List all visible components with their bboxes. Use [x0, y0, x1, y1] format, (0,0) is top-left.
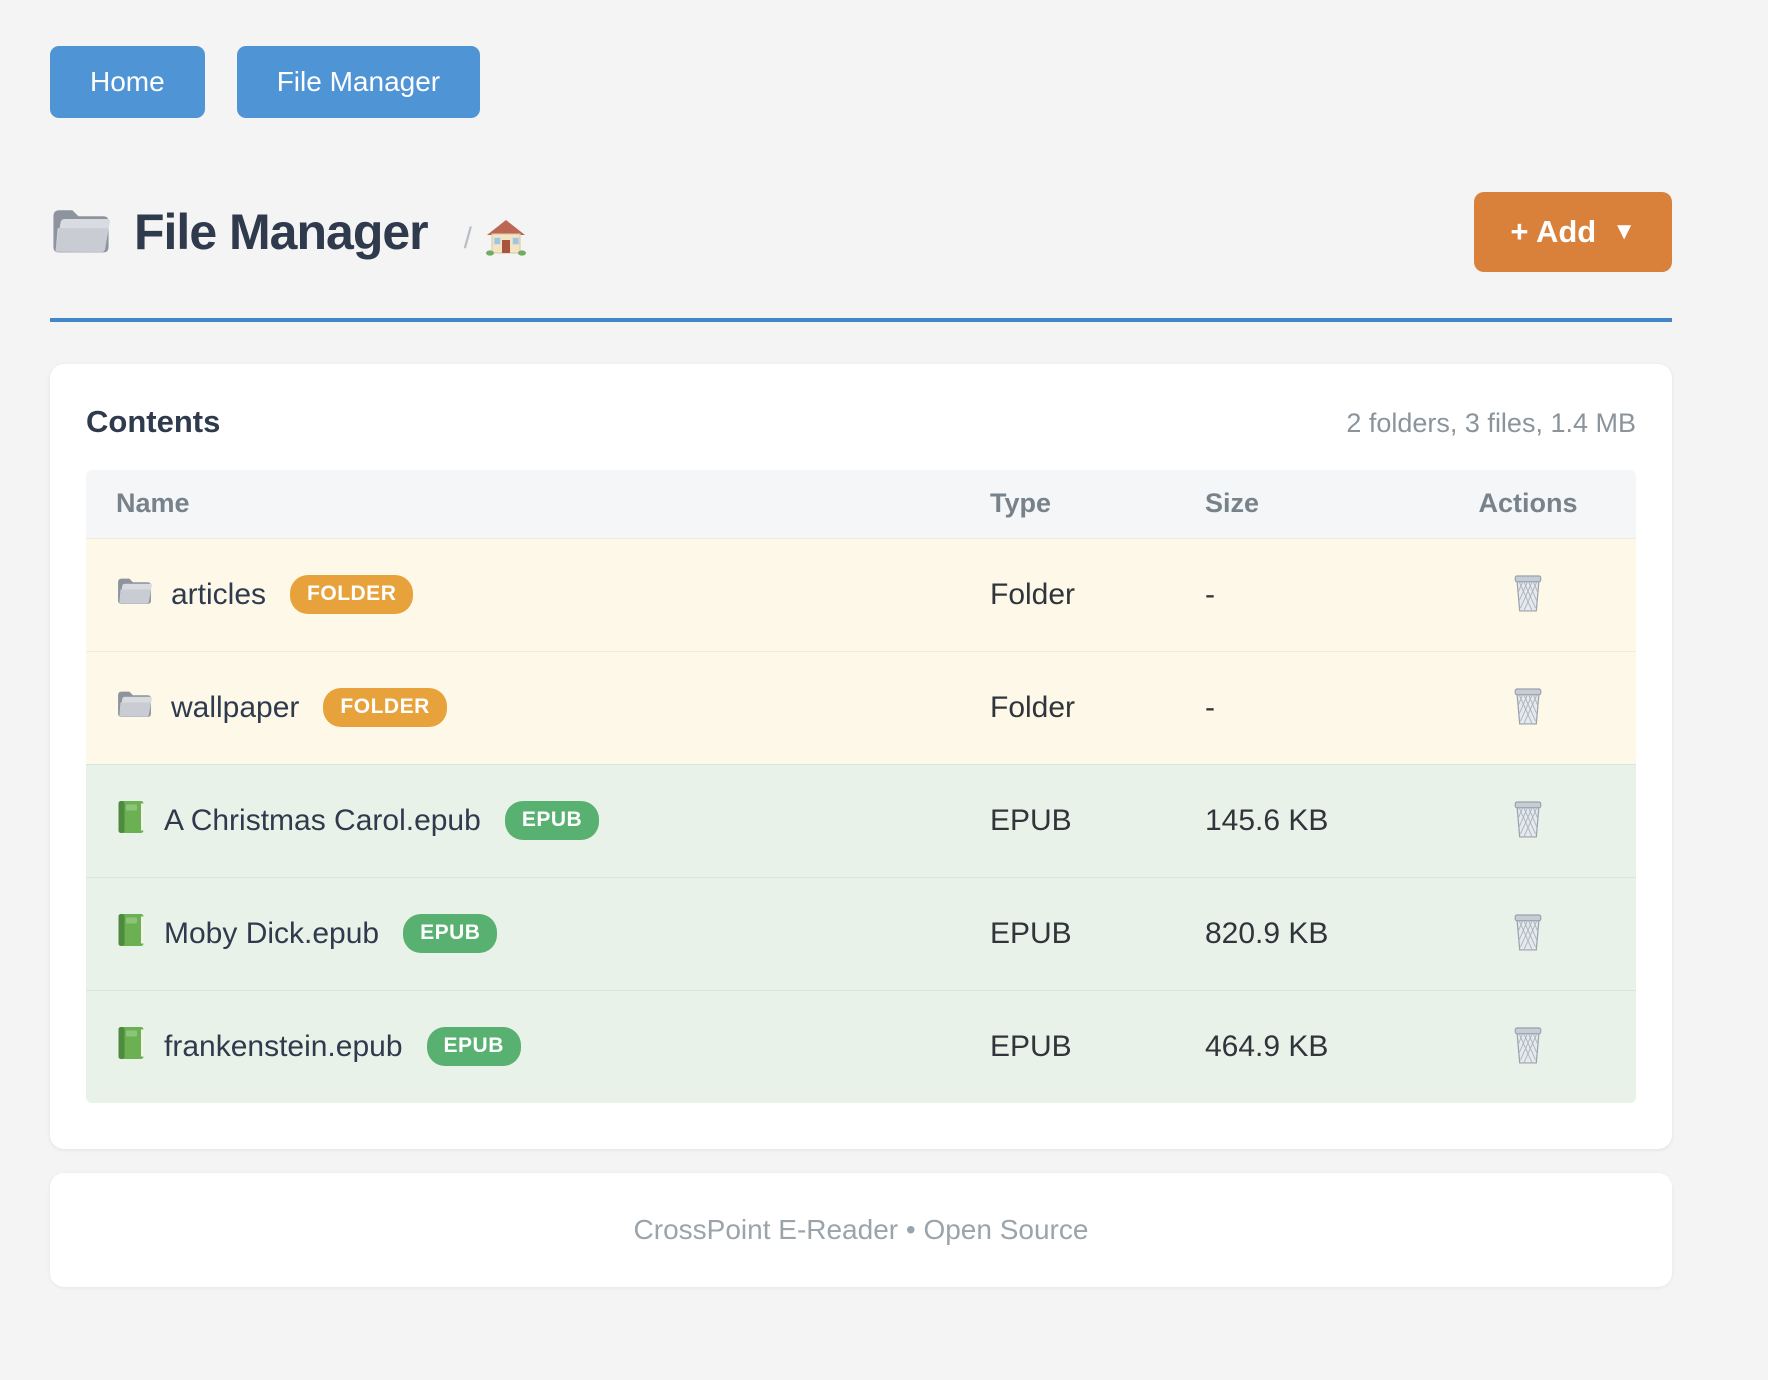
title-divider: [50, 318, 1672, 322]
book-icon: [116, 912, 146, 956]
type-badge: FOLDER: [290, 575, 413, 614]
trash-icon: [1511, 573, 1545, 616]
folder-icon: [50, 204, 112, 261]
delete-button[interactable]: [1507, 569, 1549, 620]
breadcrumb: /: [464, 218, 526, 261]
add-button[interactable]: + Add ▼: [1474, 192, 1672, 272]
folder-icon: [116, 575, 153, 614]
footer: CrossPoint E-Reader • Open Source: [50, 1173, 1672, 1287]
file-type: Folder: [960, 538, 1175, 651]
column-header-type: Type: [960, 470, 1175, 538]
navbar: Home File Manager: [50, 46, 1672, 118]
delete-button[interactable]: [1507, 1021, 1549, 1072]
file-type: EPUB: [960, 764, 1175, 877]
trash-icon: [1511, 1025, 1545, 1068]
title-row: File Manager / + Add ▼: [50, 192, 1672, 272]
contents-card: Contents 2 folders, 3 files, 1.4 MB Name…: [50, 364, 1672, 1149]
table-row[interactable]: Moby Dick.epub EPUB EPUB 820.9 KB: [86, 877, 1636, 990]
table-row[interactable]: frankenstein.epub EPUB EPUB 464.9 KB: [86, 990, 1636, 1103]
delete-button[interactable]: [1507, 682, 1549, 733]
type-badge: EPUB: [505, 801, 599, 840]
delete-button[interactable]: [1507, 795, 1549, 846]
file-type: Folder: [960, 651, 1175, 764]
contents-summary: 2 folders, 3 files, 1.4 MB: [1346, 408, 1636, 439]
folder-icon: [116, 688, 153, 727]
trash-icon: [1511, 799, 1545, 842]
file-size: 820.9 KB: [1175, 877, 1420, 990]
delete-button[interactable]: [1507, 908, 1549, 959]
file-size: 145.6 KB: [1175, 764, 1420, 877]
file-name: A Christmas Carol.epub: [164, 804, 481, 838]
file-name: articles: [171, 578, 266, 612]
add-button-label: + Add: [1510, 214, 1596, 250]
page: Home File Manager File Manager /: [50, 0, 1672, 1287]
trash-icon: [1511, 686, 1545, 729]
book-icon: [116, 1025, 146, 1069]
file-table-header: Name Type Size Actions: [86, 470, 1636, 538]
caret-down-icon: ▼: [1612, 218, 1636, 246]
nav-home-button[interactable]: Home: [50, 46, 205, 118]
nav-file-manager-button[interactable]: File Manager: [237, 46, 480, 118]
file-size: -: [1175, 538, 1420, 651]
table-row[interactable]: articles FOLDER Folder -: [86, 538, 1636, 651]
type-badge: EPUB: [403, 914, 497, 953]
file-size: -: [1175, 651, 1420, 764]
file-type: EPUB: [960, 877, 1175, 990]
contents-header: Contents 2 folders, 3 files, 1.4 MB: [86, 404, 1636, 440]
home-icon[interactable]: [486, 218, 526, 261]
table-row[interactable]: A Christmas Carol.epub EPUB EPUB 145.6 K…: [86, 764, 1636, 877]
file-type: EPUB: [960, 990, 1175, 1103]
type-badge: EPUB: [427, 1027, 521, 1066]
footer-text: CrossPoint E-Reader • Open Source: [634, 1214, 1089, 1246]
file-name: wallpaper: [171, 691, 299, 725]
column-header-name: Name: [86, 470, 960, 538]
page-title: File Manager: [134, 203, 428, 261]
file-name: frankenstein.epub: [164, 1030, 403, 1064]
table-row[interactable]: wallpaper FOLDER Folder -: [86, 651, 1636, 764]
contents-heading: Contents: [86, 404, 220, 440]
file-size: 464.9 KB: [1175, 990, 1420, 1103]
book-icon: [116, 799, 146, 843]
type-badge: FOLDER: [323, 688, 446, 727]
column-header-actions: Actions: [1420, 470, 1636, 538]
trash-icon: [1511, 912, 1545, 955]
file-table-body: articles FOLDER Folder -: [86, 538, 1636, 1103]
breadcrumb-separator: /: [464, 222, 472, 256]
file-name: Moby Dick.epub: [164, 917, 379, 951]
column-header-size: Size: [1175, 470, 1420, 538]
file-table: Name Type Size Actions: [86, 470, 1636, 1103]
